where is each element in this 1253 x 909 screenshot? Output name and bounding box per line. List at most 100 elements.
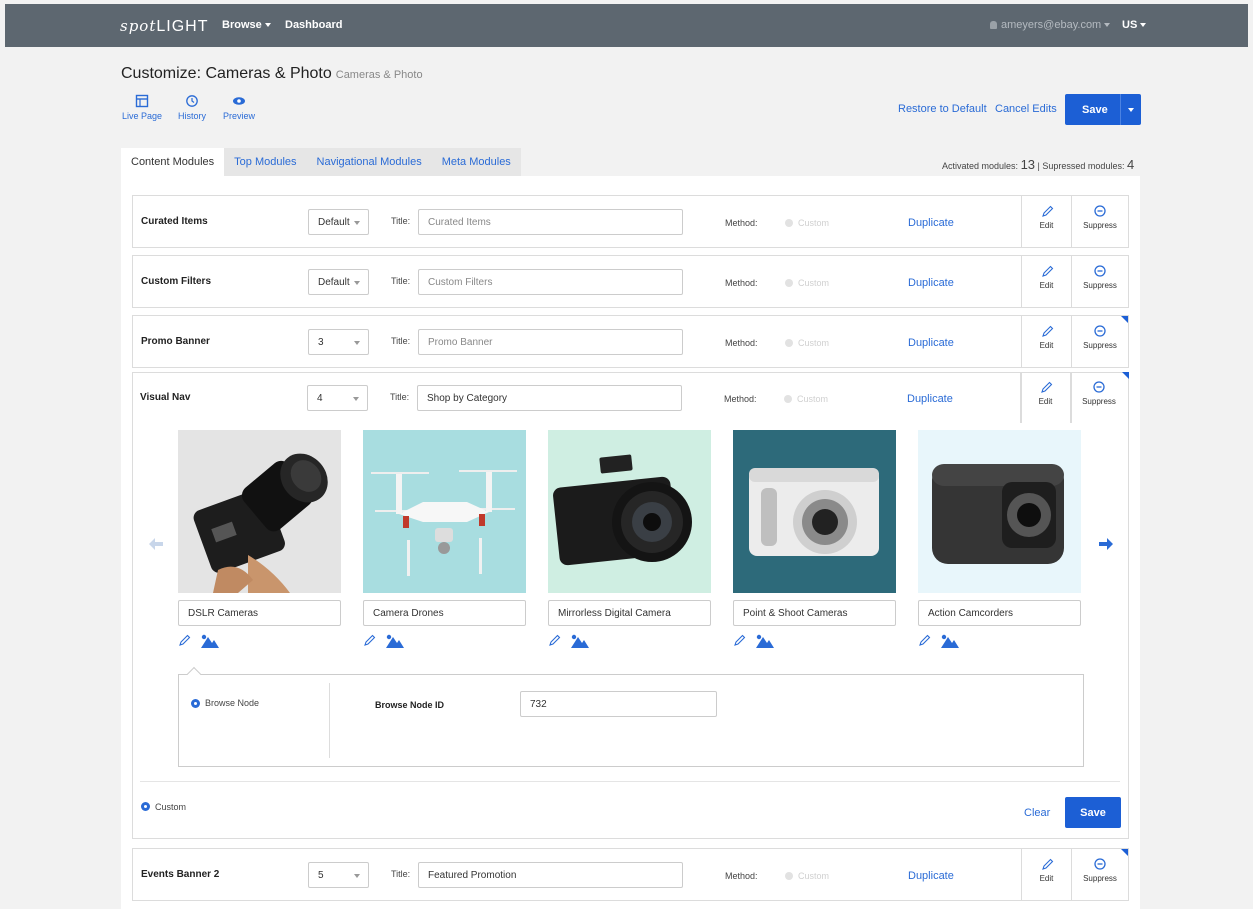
module-title-input[interactable]: Promo Banner — [418, 329, 683, 355]
browse-node-id-input[interactable]: 732 — [520, 691, 717, 717]
chevron-down-icon — [1104, 23, 1111, 28]
dslr-camera-image[interactable] — [178, 430, 341, 593]
custom-label: Custom — [155, 802, 187, 812]
category-label-input[interactable]: Action Camcorders — [918, 600, 1081, 626]
tab-top-modules[interactable]: Top Modules — [224, 148, 307, 176]
image-mountains-icon[interactable] — [755, 633, 775, 648]
custom-method-label: Custom — [797, 394, 829, 404]
save-module-button[interactable]: Save — [1065, 797, 1121, 828]
method-label: Method: — [725, 338, 758, 348]
preview-button[interactable]: Preview — [220, 94, 258, 121]
pencil-icon[interactable] — [548, 633, 562, 647]
module-row: Curated Items Default Title: Curated Ite… — [132, 195, 1129, 248]
user-menu[interactable]: ameyers@ebay.com — [990, 19, 1111, 31]
save-button[interactable]: Save — [1065, 94, 1141, 125]
clear-button[interactable]: Clear — [1024, 807, 1050, 819]
browse-menu[interactable]: Browse — [222, 19, 271, 31]
modified-indicator — [1121, 849, 1128, 856]
browse-node-id-label: Browse Node ID — [375, 700, 445, 710]
image-mountains-icon[interactable] — [570, 633, 590, 648]
dashboard-link[interactable]: Dashboard — [285, 19, 342, 31]
custom-method-radio[interactable] — [785, 872, 793, 880]
module-name: Visual Nav — [140, 392, 191, 403]
mirrorless-camera-image[interactable] — [548, 430, 711, 593]
modified-indicator — [1121, 316, 1128, 323]
carousel-next-arrow-icon[interactable] — [1097, 535, 1115, 553]
module-title-input[interactable]: Curated Items — [418, 209, 683, 235]
tab-navigational-modules[interactable]: Navigational Modules — [306, 148, 432, 176]
suppress-button[interactable]: Suppress — [1072, 324, 1128, 350]
edit-button[interactable]: Edit — [1022, 204, 1071, 230]
browse-node-panel: Browse Node Browse Node ID 732 — [178, 666, 1084, 767]
module-position-select[interactable]: 5 — [308, 862, 369, 888]
custom-method-radio[interactable] — [785, 219, 793, 227]
custom-method-label: Custom — [798, 218, 830, 228]
module-name: Promo Banner — [141, 336, 210, 347]
point-shoot-camera-image[interactable] — [733, 430, 896, 593]
module-title-input[interactable]: Custom Filters — [418, 269, 683, 295]
save-options-chevron-icon[interactable] — [1128, 108, 1134, 112]
module-position-select[interactable]: Default — [308, 209, 369, 235]
title-label: Title: — [391, 869, 411, 879]
visual-nav-card: DSLR Cameras — [178, 430, 341, 649]
visual-nav-card: Mirrorless Digital Camera — [548, 430, 711, 649]
edit-button[interactable]: Edit — [1022, 264, 1071, 290]
custom-method-radio[interactable] — [785, 339, 793, 347]
duplicate-link[interactable]: Duplicate — [908, 277, 954, 289]
region-menu[interactable]: US — [1122, 19, 1147, 31]
tab-meta-modules[interactable]: Meta Modules — [431, 148, 521, 176]
suppress-button[interactable]: Suppress — [1072, 204, 1128, 230]
cancel-edits-link[interactable]: Cancel Edits — [995, 103, 1057, 115]
module-title-input[interactable]: Featured Promotion — [418, 862, 683, 888]
custom-method-radio[interactable] — [785, 279, 793, 287]
carousel-prev-arrow-icon[interactable] — [147, 535, 165, 553]
suppress-button[interactable]: Suppress — [1072, 264, 1128, 290]
camera-drone-image[interactable] — [363, 430, 526, 593]
category-label-input[interactable]: Camera Drones — [363, 600, 526, 626]
custom-method-radio[interactable] — [784, 395, 792, 403]
duplicate-link[interactable]: Duplicate — [908, 217, 954, 229]
tab-content-modules[interactable]: Content Modules — [121, 148, 225, 176]
chevron-down-icon — [353, 397, 359, 401]
module-position-select[interactable]: Default — [308, 269, 369, 295]
pencil-icon — [1041, 381, 1053, 393]
app-logo[interactable]: spotLIGHT — [120, 17, 208, 36]
edit-button[interactable]: Edit — [1022, 857, 1071, 883]
suppress-button[interactable]: Suppress — [1072, 857, 1128, 883]
chevron-down-icon — [264, 23, 271, 28]
module-title-input[interactable]: Shop by Category — [417, 385, 682, 411]
browse-node-radio[interactable] — [191, 699, 200, 708]
pencil-icon[interactable] — [918, 633, 932, 647]
custom-radio[interactable] — [141, 802, 150, 811]
image-mountains-icon[interactable] — [940, 633, 960, 648]
suppress-button[interactable]: Suppress — [1071, 380, 1127, 406]
edit-button[interactable]: Edit — [1022, 324, 1071, 350]
module-row: Promo Banner 3 Title: Promo Banner Metho… — [132, 315, 1129, 368]
pencil-icon[interactable] — [733, 633, 747, 647]
restore-default-link[interactable]: Restore to Default — [898, 103, 987, 115]
method-label: Method: — [725, 871, 758, 881]
edit-button[interactable]: Edit — [1021, 380, 1070, 406]
module-position-select[interactable]: 4 — [307, 385, 368, 411]
module-name: Events Banner 2 — [141, 869, 220, 880]
pencil-icon[interactable] — [178, 633, 192, 647]
category-label-input[interactable]: DSLR Cameras — [178, 600, 341, 626]
action-camcorder-image[interactable] — [918, 430, 1081, 593]
duplicate-link[interactable]: Duplicate — [907, 393, 953, 405]
history-button[interactable]: History — [174, 94, 210, 121]
minus-circle-icon — [1094, 205, 1106, 217]
category-label-input[interactable]: Point & Shoot Cameras — [733, 600, 896, 626]
image-mountains-icon[interactable] — [385, 633, 405, 648]
top-nav-bar: spotLIGHT Browse Dashboard ameyers@ebay.… — [5, 4, 1248, 47]
category-label-input[interactable]: Mirrorless Digital Camera — [548, 600, 711, 626]
image-mountains-icon[interactable] — [200, 633, 220, 648]
module-name: Custom Filters — [141, 276, 212, 287]
duplicate-link[interactable]: Duplicate — [908, 870, 954, 882]
duplicate-link[interactable]: Duplicate — [908, 337, 954, 349]
module-position-select[interactable]: 3 — [308, 329, 369, 355]
live-page-button[interactable]: Live Page — [121, 94, 163, 121]
pencil-icon[interactable] — [363, 633, 377, 647]
chevron-down-icon — [354, 221, 360, 225]
chevron-down-icon — [354, 874, 360, 878]
divider — [1021, 372, 1022, 423]
